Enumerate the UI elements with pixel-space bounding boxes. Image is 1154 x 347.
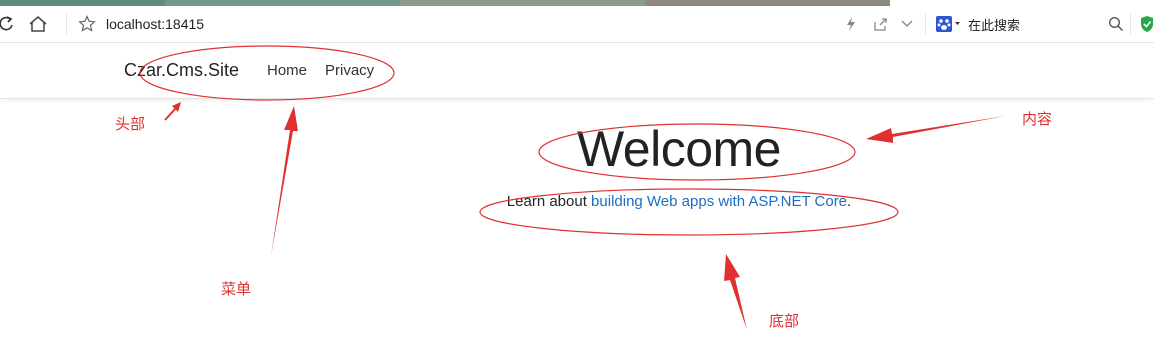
header-highlight-ellipse: [139, 45, 395, 101]
content-highlight-ellipse: [538, 123, 856, 181]
annotation-menu-label: 菜单: [221, 280, 252, 298]
annotation-header-label: 头部: [115, 115, 146, 133]
footer-highlight-ellipse: [479, 188, 899, 236]
annotation-overlay: [139, 45, 1005, 330]
header-arrow: [164, 107, 177, 121]
footer-arrow: [724, 254, 747, 330]
annotation-footer-label: 底部: [769, 312, 800, 330]
menu-arrow: [271, 106, 298, 256]
content-arrow: [866, 116, 1005, 143]
annotation-content-label: 内容: [1022, 110, 1053, 128]
